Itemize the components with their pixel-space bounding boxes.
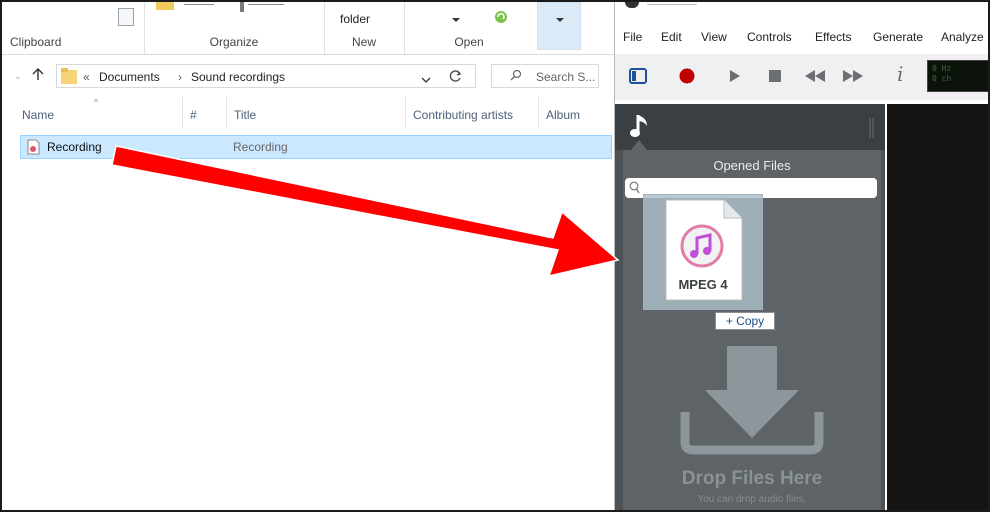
select-options-button[interactable] <box>537 2 581 50</box>
menu-analyze[interactable]: Analyze <box>941 30 984 44</box>
drop-files-subtitle: You can drop audio files, <box>697 494 807 505</box>
table-row[interactable]: Recording Recording <box>20 135 612 159</box>
breadcrumb-separator: › <box>178 70 182 84</box>
properties-dropdown-icon[interactable] <box>452 12 460 26</box>
play-icon[interactable] <box>729 70 741 85</box>
info-icon[interactable]: i <box>897 62 903 86</box>
rename-label-fragment <box>248 4 284 5</box>
refresh-icon[interactable] <box>449 69 463 86</box>
file-name[interactable]: Recording <box>47 140 102 154</box>
audio-file-icon <box>27 139 40 158</box>
address-row: ⌄ « Documents › Sound recordings Search … <box>2 57 614 95</box>
drop-files-title: Drop Files Here <box>681 468 823 489</box>
column-name[interactable]: Name <box>22 108 54 122</box>
format-display: 0 Hz 0 ch <box>927 60 988 92</box>
new-folder-button[interactable]: folder <box>340 12 370 26</box>
window-title-fragment <box>647 4 697 5</box>
record-icon[interactable] <box>679 68 695 87</box>
fast-forward-icon[interactable] <box>843 70 863 85</box>
search-input[interactable]: Search S... <box>491 64 599 88</box>
ribbon-group-label: Organize <box>209 35 259 49</box>
column-title[interactable]: Title <box>234 108 256 122</box>
app-logo-icon <box>625 2 639 8</box>
address-dropdown-icon[interactable] <box>421 73 431 87</box>
ribbon-group-label: New <box>351 35 376 49</box>
ribbon-group-label: Open <box>454 35 484 49</box>
search-icon <box>510 69 522 84</box>
menu-view[interactable]: View <box>701 30 727 44</box>
panel-title: Opened Files <box>713 158 791 173</box>
folder-icon <box>61 68 77 87</box>
sidebar-header <box>615 104 885 150</box>
breadcrumb-overflow[interactable]: « <box>83 70 90 84</box>
copy-to-label-fragment <box>184 4 214 5</box>
screenshot-frame: Clipboard Organize folder New Open ⌄ « D… <box>0 0 990 512</box>
column-album[interactable]: Album <box>546 108 580 122</box>
search-placeholder: Search S... <box>536 70 596 84</box>
ribbon: Clipboard Organize folder New Open <box>2 2 614 55</box>
up-arrow-icon[interactable] <box>32 67 44 84</box>
menu-controls[interactable]: Controls <box>747 30 792 44</box>
music-note-icon[interactable] <box>629 112 651 143</box>
sidebar-resize-handle[interactable] <box>869 118 875 138</box>
menu-effects[interactable]: Effects <box>815 30 851 44</box>
copy-to-icon[interactable] <box>156 2 174 10</box>
ribbon-group-open: Open <box>404 2 534 54</box>
rename-icon[interactable] <box>240 2 244 12</box>
drag-preview: MPEG 4 <box>643 194 763 310</box>
column-number[interactable]: # <box>190 108 197 122</box>
address-bar[interactable]: « Documents › Sound recordings <box>56 64 476 88</box>
waveform-area[interactable] <box>887 104 988 510</box>
copy-tooltip: + Copy <box>715 312 775 330</box>
breadcrumb-sound-recordings[interactable]: Sound recordings <box>191 70 285 84</box>
search-icon <box>629 181 641 198</box>
display-frequency: 0 Hz <box>932 64 952 73</box>
tab-indicator <box>631 140 647 150</box>
edit-icon[interactable] <box>494 10 510 27</box>
ribbon-group-clipboard: Clipboard <box>2 2 145 54</box>
stop-icon[interactable] <box>769 70 781 85</box>
menu-edit[interactable]: Edit <box>661 30 682 44</box>
download-tray-icon <box>679 346 825 459</box>
file-title: Recording <box>233 140 288 154</box>
rewind-icon[interactable] <box>805 70 825 85</box>
ribbon-group-label: Clipboard <box>10 35 62 49</box>
ribbon-group-organize: Organize <box>144 2 325 54</box>
display-channels: 0 ch <box>932 74 952 83</box>
sort-ascending-icon: ^ <box>94 97 99 107</box>
menu-bar: File Edit View Controls Effects Generate… <box>615 24 988 50</box>
column-contributing-artists[interactable]: Contributing artists <box>413 108 513 122</box>
file-explorer-window: Clipboard Organize folder New Open ⌄ « D… <box>2 2 614 510</box>
column-header: ^ Name # Title Contributing artists Albu… <box>2 97 614 129</box>
menu-file[interactable]: File <box>623 30 642 44</box>
forward-dropdown-icon[interactable]: ⌄ <box>14 71 22 82</box>
paste-icon[interactable] <box>118 8 134 26</box>
breadcrumb-documents[interactable]: Documents <box>99 70 160 84</box>
sidebar-toggle-icon[interactable] <box>629 68 647 87</box>
file-type-label: MPEG 4 <box>678 277 728 292</box>
ribbon-group-new: folder New <box>324 2 405 54</box>
menu-generate[interactable]: Generate <box>873 30 923 44</box>
